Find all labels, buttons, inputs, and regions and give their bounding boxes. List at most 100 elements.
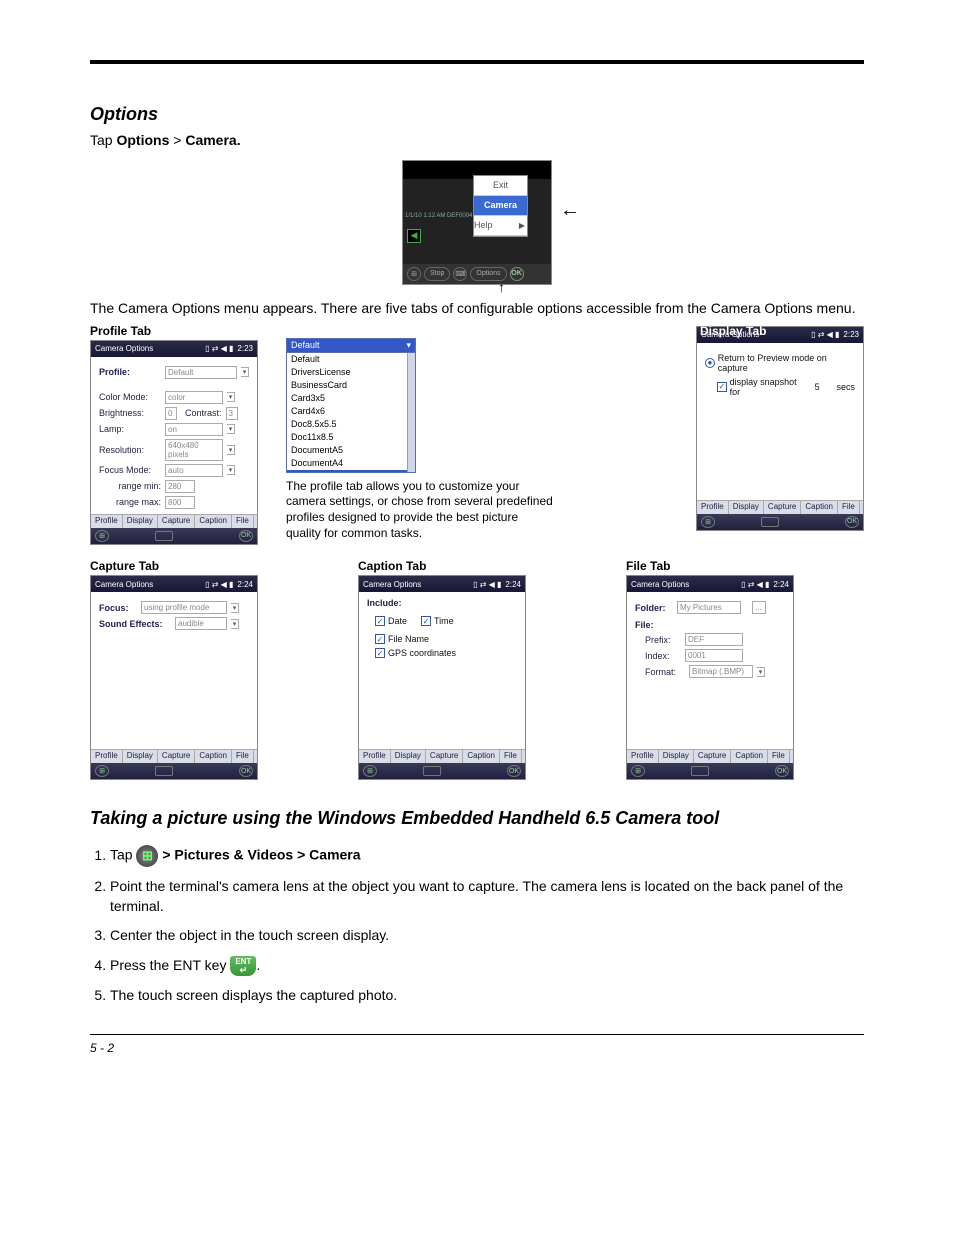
tab-profile[interactable]: Profile [359,750,391,763]
tab-caption[interactable]: Caption [731,750,768,763]
list-item[interactable]: Card4x6 [287,405,415,418]
folder-input[interactable]: My Pictures [677,601,741,614]
tab-profile[interactable]: Profile [91,515,123,528]
ok-button[interactable]: OK [239,765,253,777]
prefix-input[interactable]: DEF [685,633,743,646]
index-label: Index: [645,651,681,661]
tab-display[interactable]: Display [123,750,158,763]
brightness-label: Brightness: [99,408,161,418]
ok-button[interactable]: OK [239,530,253,542]
resolution-select[interactable]: 640x480 pixels [165,439,223,461]
popup-help[interactable]: Help▶ [474,216,527,236]
rmin-input[interactable]: 280 [165,480,195,493]
keyboard-icon[interactable]: ⌨ [453,267,467,281]
tab-profile[interactable]: Profile [697,501,729,514]
keyboard-icon[interactable] [761,517,779,527]
dropdown-icon[interactable]: ▾ [227,424,235,434]
tab-display[interactable]: Display [123,515,158,528]
start-icon[interactable]: ⊞ [95,530,109,542]
contrast-input[interactable]: 3 [226,407,238,420]
list-item[interactable]: Doc8.5x5.5 [287,418,415,431]
keyboard-icon[interactable] [155,531,173,541]
secs-input[interactable]: 5 [815,382,828,392]
tab-caption[interactable]: Caption [801,501,838,514]
dropdown-icon[interactable]: ▾ [231,603,239,613]
tab-capture[interactable]: Capture [158,750,195,763]
ok-button[interactable]: OK [775,765,789,777]
start-icon[interactable]: ⊞ [95,765,109,777]
list-item[interactable]: Custom [287,470,415,472]
start-icon[interactable]: ⊞ [363,765,377,777]
keyboard-icon[interactable] [155,766,173,776]
time-checkbox[interactable]: ✓ [421,616,431,626]
tab-caption[interactable]: Caption [463,750,500,763]
keyboard-icon[interactable] [691,766,709,776]
tab-capture[interactable]: Capture [764,501,801,514]
dropdown-icon[interactable]: ▾ [757,667,765,677]
start-icon[interactable]: ⊞ [407,267,421,281]
play-icon[interactable]: ◀ [407,229,421,243]
dropdown-icon[interactable]: ▾ [406,340,411,351]
tab-file[interactable]: File [232,750,254,763]
se-select[interactable]: audible [175,617,227,630]
list-item[interactable]: Default [287,353,415,366]
lamp-select[interactable]: on [165,423,223,436]
date-checkbox[interactable]: ✓ [375,616,385,626]
list-item[interactable]: BusinessCard [287,379,415,392]
return-preview-radio[interactable]: ● [705,358,715,368]
profile-listbox[interactable]: Default▾ DefaultDriversLicenseBusinessCa… [286,338,416,473]
profile-caption: The profile tab allows you to customize … [286,479,556,541]
tab-capture[interactable]: Capture [158,515,195,528]
tab-capture[interactable]: Capture [426,750,463,763]
return-preview-label: Return to Preview mode on capture [718,353,855,373]
tab-caption[interactable]: Caption [195,515,232,528]
tab-capture[interactable]: Capture [694,750,731,763]
focus-select[interactable]: using profile mode [141,601,227,614]
display-snapshot-checkbox[interactable]: ✓ [717,382,727,392]
stop-button[interactable]: Stop [424,267,450,281]
focus-select[interactable]: auto [165,464,223,477]
ent-key-icon: ENT↵ [230,956,256,976]
popup-camera[interactable]: Camera [474,196,527,216]
browse-button[interactable]: ... [752,601,766,614]
start-icon[interactable]: ⊞ [701,516,715,528]
list-item[interactable]: Doc11x8.5 [287,431,415,444]
popup-exit[interactable]: Exit [474,176,527,196]
keyboard-icon[interactable] [423,766,441,776]
dropdown-icon[interactable]: ▾ [227,445,235,455]
tab-file[interactable]: File [500,750,522,763]
color-select[interactable]: color [165,391,223,404]
clock: 2:24 [773,580,789,589]
start-icon[interactable]: ⊞ [631,765,645,777]
format-select[interactable]: Bitmap (.BMP) [689,665,753,678]
tab-display[interactable]: Display [391,750,426,763]
list-item[interactable]: Card3x5 [287,392,415,405]
tab-file[interactable]: File [838,501,860,514]
scrollbar[interactable] [407,353,415,472]
ok-button[interactable]: OK [845,516,859,528]
tab-display[interactable]: Display [729,501,764,514]
tab-display[interactable]: Display [659,750,694,763]
dropdown-icon[interactable]: ▾ [231,619,239,629]
filename-checkbox[interactable]: ✓ [375,634,385,644]
dropdown-icon[interactable]: ▾ [227,465,235,475]
dropdown-icon[interactable]: ▾ [227,392,235,402]
list-item[interactable]: DocumentA5 [287,444,415,457]
dropdown-icon[interactable]: ▾ [241,367,249,377]
ok-button[interactable]: OK [510,267,524,281]
rmax-label: range max: [99,497,161,507]
index-input[interactable]: 0001 [685,649,743,662]
ok-button[interactable]: OK [507,765,521,777]
tab-profile[interactable]: Profile [627,750,659,763]
clock: 2:24 [237,580,253,589]
tab-file[interactable]: File [768,750,790,763]
profile-select[interactable]: Default [165,366,237,379]
list-item[interactable]: DocumentA4 [287,457,415,470]
tab-caption[interactable]: Caption [195,750,232,763]
list-item[interactable]: DriversLicense [287,366,415,379]
tab-file[interactable]: File [232,515,254,528]
tab-profile[interactable]: Profile [91,750,123,763]
gps-checkbox[interactable]: ✓ [375,648,385,658]
brightness-input[interactable]: 0 [165,407,177,420]
rmax-input[interactable]: 800 [165,496,195,509]
